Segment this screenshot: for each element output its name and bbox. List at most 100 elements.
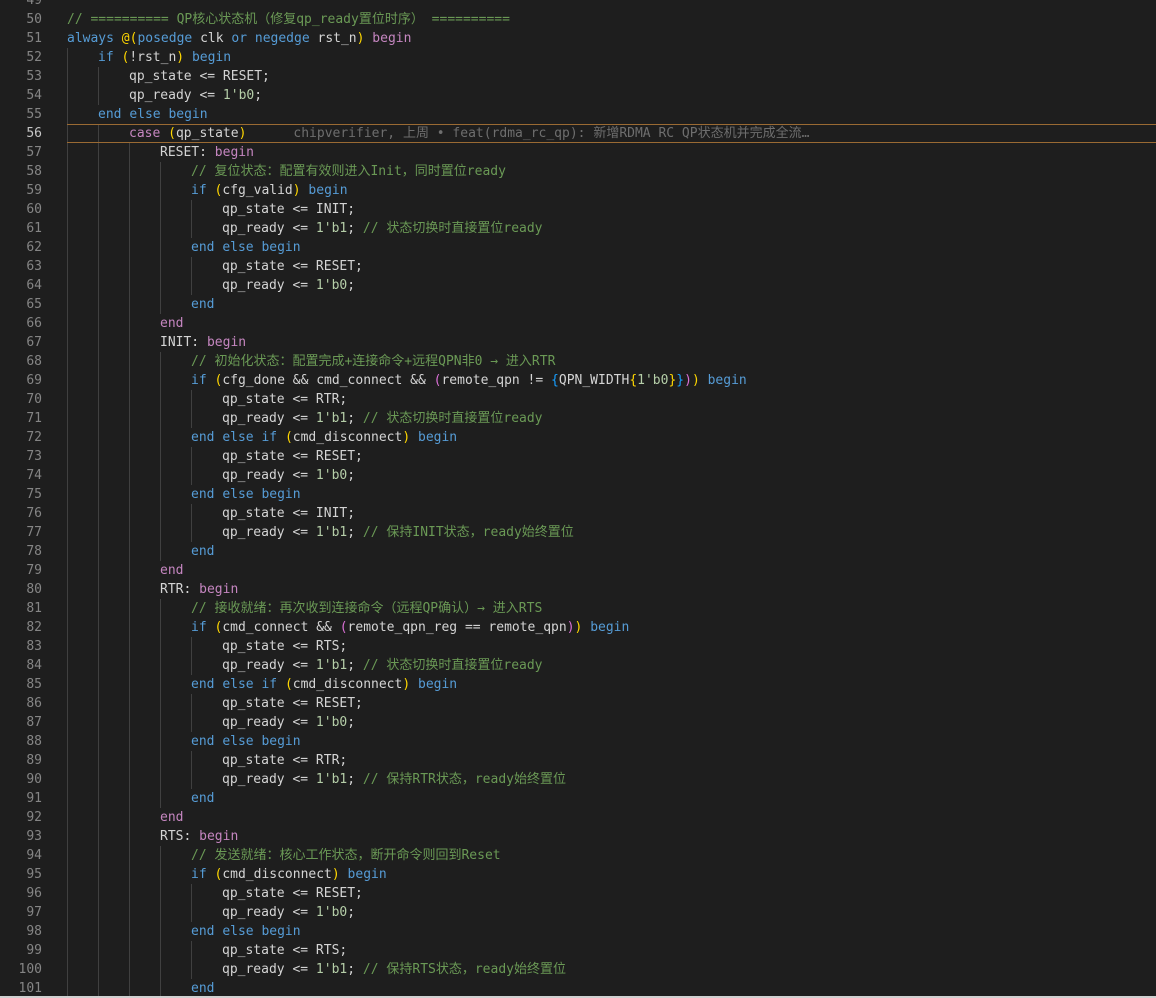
code-token: ) [331,867,340,882]
code-line[interactable]: 91 end [0,789,1156,808]
line-number: 69 [26,373,42,388]
indent-guide [67,675,68,694]
indent-guide [98,846,99,865]
code-line[interactable]: 63 qp_state <= RESET; [0,257,1156,276]
code-token: 1'b1 [315,772,348,787]
code-line[interactable]: 65 end [0,295,1156,314]
code-line[interactable]: 69 if (cfg_done && cmd_connect && (remote… [0,371,1156,390]
code-line[interactable]: 79 end [0,561,1156,580]
indent-guide [67,219,68,238]
code-line[interactable]: 74 qp_ready <= 1'b0; [0,466,1156,485]
code-line[interactable]: 93 RTS: begin [0,827,1156,846]
code-line[interactable]: 98 end else begin [0,922,1156,941]
code-token: begin [347,867,387,882]
code-line[interactable]: 89 qp_state <= RTR; [0,751,1156,770]
line-number: 59 [26,183,42,198]
code-line[interactable]: 51 always @(posedge clk or negedge rst_n)… [0,29,1156,48]
code-line[interactable]: 60 qp_state <= INIT; [0,200,1156,219]
code-line[interactable]: 58 // 复位状态：配置有效则进入Init，同时置位ready [0,162,1156,181]
code-line[interactable]: 53 qp_state <= RESET; [0,67,1156,86]
code-line[interactable]: 76 qp_state <= INIT; [0,504,1156,523]
code-line[interactable]: 72 end else if (cmd_disconnect) begin [0,428,1156,447]
code-line[interactable]: 70 qp_state <= RTR; [0,390,1156,409]
code-token: begin [168,107,208,122]
code-token: always [67,31,114,46]
code-text: end else if (cmd_disconnect) begin [191,675,457,694]
code-line[interactable]: 88 end else begin [0,732,1156,751]
code-token: else [222,924,254,939]
code-token: ) [176,50,185,65]
code-line[interactable]: 71 qp_ready <= 1'b1; // 状态切换时直接置位ready [0,409,1156,428]
code-token: 1'b1 [315,411,348,426]
code-line[interactable]: 73 qp_state <= RESET; [0,447,1156,466]
indent-guide [98,865,99,884]
indent-guide [160,352,161,371]
code-line[interactable]: 55 end else begin [0,105,1156,124]
code-line[interactable]: 77 qp_ready <= 1'b1; // 保持INIT状态，ready始终置… [0,523,1156,542]
code-token: ; [347,411,363,426]
code-line[interactable]: 96 qp_state <= RESET; [0,884,1156,903]
line-number: 64 [26,278,42,293]
indent-guide [191,257,192,276]
code-line[interactable]: 81 // 接收就绪：再次收到连接命令（远程QP确认）→ 进入RTS [0,599,1156,618]
code-line[interactable]: 75 end else begin [0,485,1156,504]
indent-guide [160,884,161,903]
code-line[interactable]: 78 end [0,542,1156,561]
code-editor[interactable]: 49 50 // ========== QP核心状态机（修复qp_ready置位时序… [0,0,1156,998]
indent-guide [129,751,130,770]
code-line[interactable]: 99 qp_state <= RTS; [0,941,1156,960]
code-token: qp_ready <= [222,905,316,920]
code-line[interactable]: 100 qp_ready <= 1'b1; // 保持RTS状态，ready始终置… [0,960,1156,979]
code-text: end else begin [191,485,301,504]
indent-guide [129,922,130,941]
indent-guide [98,295,99,314]
code-line[interactable]: 59 if (cfg_valid) begin [0,181,1156,200]
code-text: qp_state <= RESET; [222,447,363,466]
code-line[interactable]: 87 qp_ready <= 1'b0; [0,713,1156,732]
code-line[interactable]: 52 if (!rst_n) begin [0,48,1156,67]
code-line[interactable]: 66 end [0,314,1156,333]
code-line[interactable]: 67 INIT: begin [0,333,1156,352]
code-line[interactable]: 94 // 发送就绪：核心工作状态，断开命令则回到Reset [0,846,1156,865]
indent-guide [98,808,99,827]
code-token: ; [347,715,356,730]
code-line[interactable]: 57 RESET: begin [0,143,1156,162]
indent-guide [98,485,99,504]
code-line[interactable]: 84 qp_ready <= 1'b1; // 状态切换时直接置位ready [0,656,1156,675]
indent-guide [98,67,99,86]
indent-guide [67,124,68,143]
code-line[interactable]: 68 // 初始化状态：配置完成+连接命令+远程QPN非0 → 进入RTR [0,352,1156,371]
code-line[interactable]: 85 end else if (cmd_disconnect) begin [0,675,1156,694]
code-token: 1'b0 [222,88,255,103]
code-line[interactable]: 83 qp_state <= RTS; [0,637,1156,656]
code-line[interactable]: 49 [0,0,1156,10]
code-line[interactable]: 54 qp_ready <= 1'b0; [0,86,1156,105]
code-token: clk [192,31,232,46]
code-text: if (cfg_valid) begin [191,181,348,200]
code-token: if [191,183,207,198]
line-number: 76 [26,506,42,521]
code-line[interactable]: 56 case (qp_state) chipverifier, 上周 • fea… [0,124,1156,143]
code-line[interactable]: 64 qp_ready <= 1'b0; [0,276,1156,295]
code-line[interactable]: 92 end [0,808,1156,827]
code-line[interactable]: 90 qp_ready <= 1'b1; // 保持RTR状态，ready始终置位 [0,770,1156,789]
code-line[interactable]: 61 qp_ready <= 1'b1; // 状态切换时直接置位ready [0,219,1156,238]
code-token: or [231,31,248,46]
code-line[interactable]: 62 end else begin [0,238,1156,257]
indent-guide [129,257,130,276]
code-line[interactable]: 86 qp_state <= RESET; [0,694,1156,713]
line-number: 84 [26,658,42,673]
code-line[interactable]: 82 if (cmd_connect && (remote_qpn_reg == … [0,618,1156,637]
indent-guide [191,523,192,542]
code-token: if [191,867,207,882]
code-line[interactable]: 95 if (cmd_disconnect) begin [0,865,1156,884]
code-line[interactable]: 97 qp_ready <= 1'b0; [0,903,1156,922]
code-line[interactable]: 80 RTR: begin [0,580,1156,599]
indent-guide [67,200,68,219]
code-token: ; [347,905,356,920]
code-line[interactable]: 50 // ========== QP核心状态机（修复qp_ready置位时序） … [0,10,1156,29]
line-number: 93 [26,829,42,844]
indent-guide [67,390,68,409]
